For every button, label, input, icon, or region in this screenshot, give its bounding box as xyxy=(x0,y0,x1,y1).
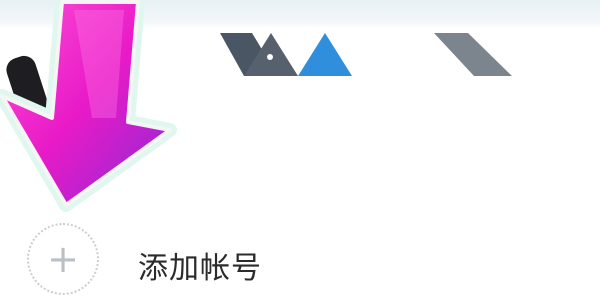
add-account-row[interactable]: + 添加帐号 xyxy=(0,215,600,304)
blue-triangle-icon xyxy=(298,33,352,76)
pink-arrow-overlay-icon xyxy=(0,0,177,212)
grey-parallelogram-icon xyxy=(434,33,512,76)
sparkle-icon xyxy=(267,54,273,60)
plus-icon[interactable]: + xyxy=(27,223,99,295)
add-account-label[interactable]: 添加帐号 xyxy=(138,243,262,287)
plus-glyph: + xyxy=(47,237,79,281)
